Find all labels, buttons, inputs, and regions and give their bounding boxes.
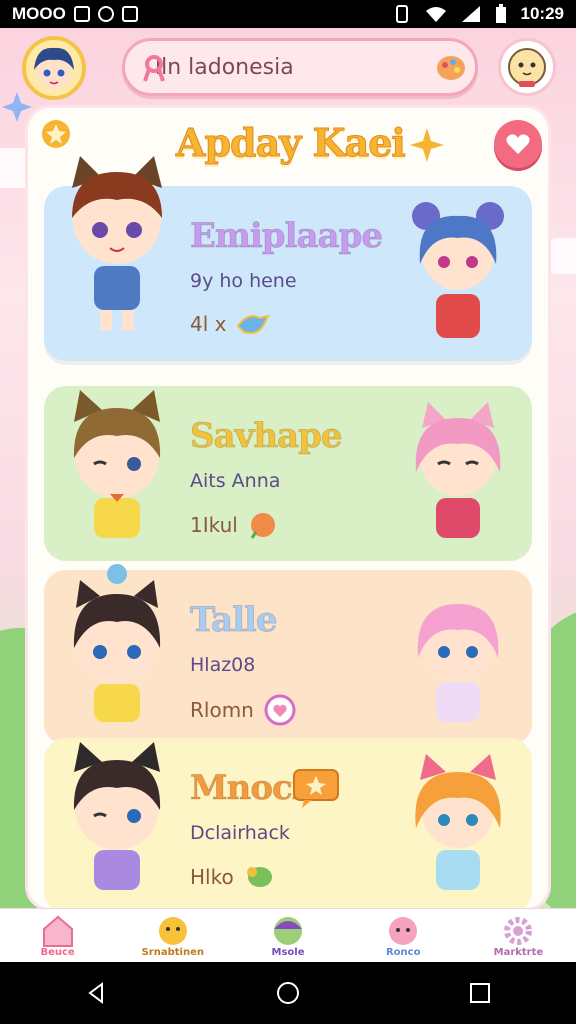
chibi-cat-girl-icon (73, 390, 161, 538)
card-title: Savhape (190, 416, 343, 457)
leaf-icon (246, 867, 272, 887)
nav-label: Msole (271, 947, 305, 958)
nav-label: Marktrte (493, 947, 544, 958)
status-carrier-text: MOOO (12, 4, 66, 23)
system-nav-bar (0, 962, 576, 1024)
character-card[interactable]: Mnocik Dclairhack Hlko (44, 738, 532, 908)
heart-icon (506, 134, 530, 154)
chibi-dark-hair-kid-icon (73, 564, 161, 722)
top-bar (0, 32, 576, 104)
status-time: 10:29 (520, 4, 564, 23)
user-avatar[interactable] (22, 36, 86, 100)
gear-icon (504, 917, 533, 945)
nav-item-characters[interactable]: Srnabtinen (115, 909, 230, 962)
nav-label: Ronco (385, 947, 421, 958)
chat-bubble-icon[interactable] (292, 768, 342, 810)
card-subtitle: 9y ho hene (190, 270, 297, 292)
status-bar: MOOO 10:29 (0, 0, 576, 28)
card-meta: Rlomn (190, 694, 296, 726)
heart-bubble-icon[interactable] (264, 694, 296, 726)
card-subtitle: Aits Anna (190, 470, 281, 492)
card-title: Talle (190, 600, 279, 641)
media-icon (97, 6, 114, 22)
search-bar[interactable] (122, 38, 478, 96)
bear-face-icon (508, 48, 546, 87)
card-subtitle: Hlaz08 (190, 654, 256, 676)
chibi-blue-hair-girl-icon (412, 202, 504, 338)
profile-button[interactable] (498, 38, 556, 96)
card-title: Emiplaape (190, 216, 384, 257)
nav-item-music[interactable]: Msole (230, 909, 345, 962)
chick-icon (158, 917, 187, 945)
notification-icon (73, 6, 90, 22)
card-subtitle: Dclairhack (190, 822, 290, 844)
chibi-cat-boy-icon (72, 156, 162, 330)
chibi-cat-boy-wink-icon (73, 742, 161, 890)
ribbon-icon (143, 55, 165, 82)
card-meta-text: 4l x (190, 312, 227, 336)
main-panel: Apday Kaei Emiplaape 9y ho hene 4l x Sav… (28, 108, 548, 908)
card-meta: 1Ikul (190, 510, 278, 540)
palette-icon[interactable] (435, 53, 467, 83)
recents-icon[interactable] (468, 981, 492, 1005)
flower-icon (250, 513, 275, 539)
card-meta-text: Hlko (190, 865, 234, 889)
battery-icon (495, 4, 506, 23)
bird-icon (237, 314, 271, 334)
character-card[interactable]: Emiplaape 9y ho hene 4l x (44, 156, 532, 361)
sparkle-gold-icon (410, 128, 444, 162)
frog-icon (274, 917, 302, 945)
nav-item-rooms[interactable]: Ronco (346, 909, 461, 962)
avatar-face-icon (34, 47, 74, 90)
page-title: Apday Kaei (176, 120, 407, 166)
star-badge-icon[interactable] (40, 118, 72, 150)
nav-item-market[interactable]: Marktrte (461, 909, 576, 962)
house-icon (42, 915, 73, 947)
back-icon[interactable] (84, 981, 108, 1005)
search-input[interactable] (155, 54, 395, 80)
chibi-orange-hair-girl-icon (415, 754, 501, 890)
card-meta: 4l x (190, 310, 271, 338)
bottom-nav: Beuce Srnabtinen Msole Ronco Marktrte (0, 908, 576, 962)
card-meta-text: Rlomn (190, 698, 254, 722)
chibi-pink-hair-girl-icon (415, 402, 501, 538)
chibi-pink-twin-girl-icon (417, 604, 499, 722)
card-meta-text: 1Ikul (190, 513, 238, 537)
nav-label: Beuce (40, 947, 75, 958)
favorite-button[interactable] (494, 120, 542, 168)
signal-icon (461, 6, 480, 22)
wifi-icon (425, 7, 446, 22)
card-meta: Hlko (190, 862, 274, 892)
character-card[interactable]: Talle Hlaz08 Rlomn (44, 564, 532, 745)
nav-label: Srnabtinen (141, 947, 204, 958)
nav-item-home[interactable]: Beuce (0, 909, 115, 962)
vibrate-icon (395, 5, 408, 23)
home-icon[interactable] (276, 981, 300, 1005)
pink-blob-icon (389, 917, 418, 945)
character-card[interactable]: Savhape Aits Anna 1Ikul (44, 386, 532, 561)
shop-icon (121, 6, 138, 22)
